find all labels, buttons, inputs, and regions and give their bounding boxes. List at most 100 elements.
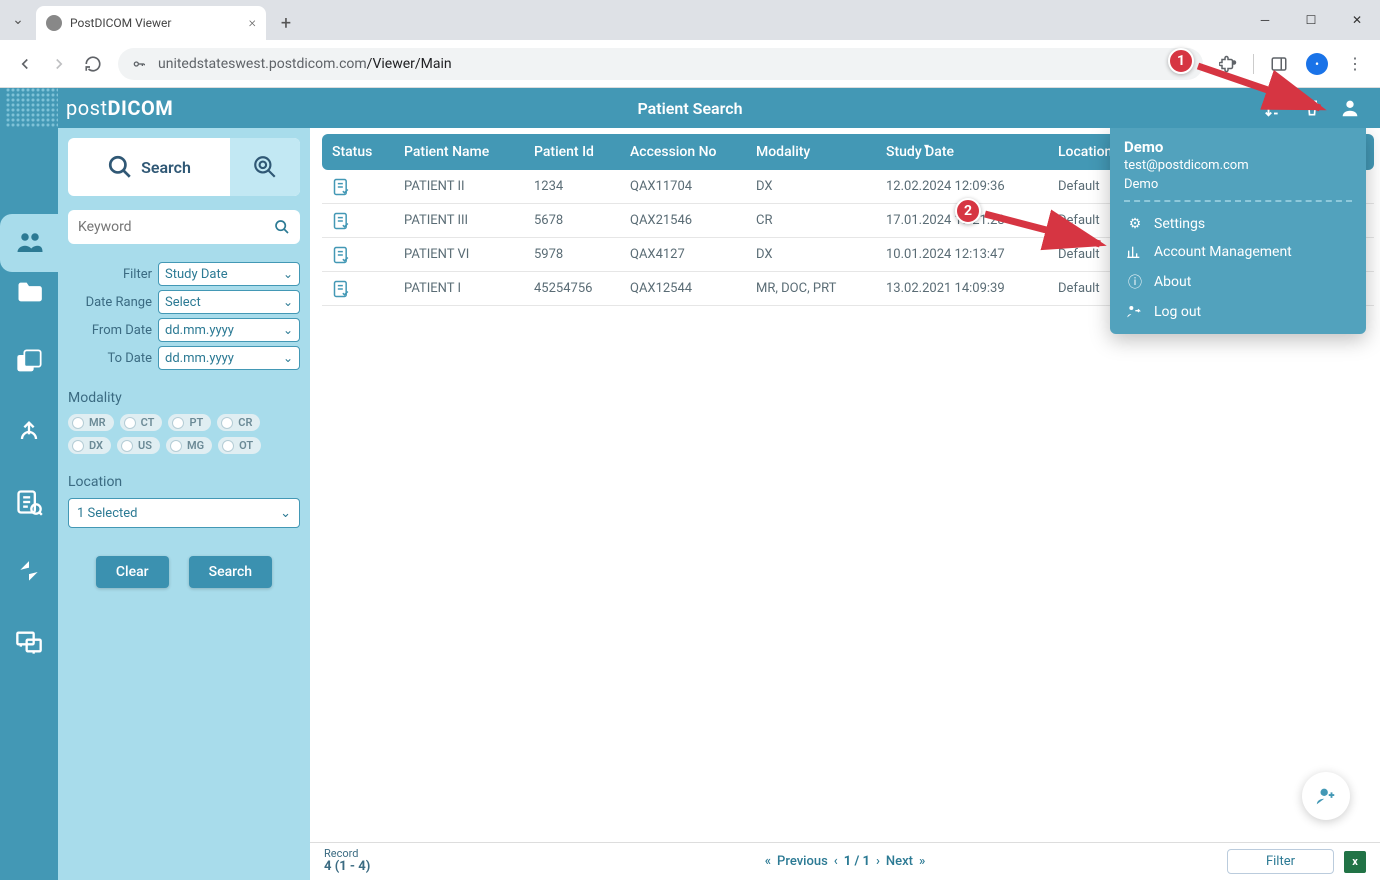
status-icon [322, 279, 394, 299]
col-status[interactable]: Status [322, 144, 394, 160]
results-area: Status Patient Name Patient Id Accession… [310, 128, 1380, 880]
cell-name: PATIENT II [394, 179, 524, 194]
status-icon [322, 177, 394, 197]
add-user-fab[interactable] [1302, 772, 1350, 820]
cell-name: PATIENT VI [394, 247, 524, 262]
keyword-input-wrap[interactable] [68, 210, 300, 244]
modality-chip-dx[interactable]: DX [68, 437, 111, 454]
brand-logo-icon [6, 88, 58, 128]
cell-accession: QAX4127 [620, 247, 746, 262]
tab-search[interactable]: Search [68, 138, 230, 196]
results-footer: Record 4 (1 - 4) « Previous ‹ 1 / 1 › Ne… [310, 842, 1380, 880]
col-patient-id[interactable]: Patient Id [524, 144, 620, 160]
cell-name: PATIENT III [394, 213, 524, 228]
modality-chip-pt[interactable]: PT [168, 414, 211, 431]
tab-list-dropdown[interactable]: ⌄ [0, 0, 36, 40]
todate-input[interactable]: dd.mm.yyyy⌄ [158, 346, 300, 370]
cell-modality: DX [746, 179, 876, 194]
extensions-icon[interactable] [1211, 47, 1245, 81]
browser-menu-icon[interactable]: ⋮ [1338, 47, 1372, 81]
fromdate-input[interactable]: dd.mm.yyyy⌄ [158, 318, 300, 342]
daterange-select[interactable]: Select⌄ [158, 290, 300, 314]
gear-icon: ⚙ [1126, 216, 1144, 232]
col-study-date[interactable]: Study Date [876, 144, 1048, 160]
search-button[interactable]: Search [189, 556, 272, 588]
cell-accession: QAX11704 [620, 179, 746, 194]
user-icon[interactable] [1338, 96, 1362, 120]
search-panel: Search Filter Study Date⌄ Date Range Sel… [58, 128, 310, 880]
filter-select[interactable]: Study Date⌄ [158, 262, 300, 286]
logout-icon [1126, 304, 1144, 320]
menu-settings[interactable]: ⚙Settings [1124, 210, 1352, 238]
export-excel-icon[interactable]: x [1344, 851, 1366, 873]
cell-id: 5678 [524, 213, 620, 228]
cell-accession: QAX21546 [620, 213, 746, 228]
chevron-down-icon: ⌄ [283, 323, 293, 337]
new-tab-button[interactable]: + [272, 9, 300, 37]
window-minimize-icon[interactable]: ─ [1242, 0, 1288, 40]
nav-sync-icon[interactable] [11, 554, 47, 590]
tab-advanced-search[interactable] [230, 138, 300, 196]
modality-chip-mr[interactable]: MR [68, 414, 114, 431]
window-maximize-icon[interactable]: ☐ [1288, 0, 1334, 40]
chevron-down-icon: ⌄ [283, 351, 293, 365]
nav-patients-icon[interactable] [12, 224, 48, 260]
modality-chip-us[interactable]: US [117, 437, 160, 454]
user-menu-name: Demo [1124, 138, 1352, 156]
col-accession[interactable]: Accession No [620, 144, 746, 160]
chart-icon [1126, 244, 1144, 260]
window-close-icon[interactable]: ✕ [1334, 0, 1380, 40]
browser-tab[interactable]: PostDICOM Viewer × [36, 6, 266, 40]
next-icon[interactable]: › [876, 854, 880, 869]
browser-tabstrip: ⌄ PostDICOM Viewer × + ─ ☐ ✕ [0, 0, 1380, 40]
reload-button[interactable] [76, 47, 110, 81]
cell-name: PATIENT I [394, 281, 524, 296]
prev-icon[interactable]: ‹ [834, 854, 838, 869]
menu-account[interactable]: Account Management [1124, 238, 1352, 266]
tab-close-icon[interactable]: × [249, 15, 256, 31]
tab-title: PostDICOM Viewer [70, 16, 249, 30]
cell-id: 5978 [524, 247, 620, 262]
fromdate-label: From Date [68, 323, 152, 338]
nav-studies-icon[interactable] [11, 344, 47, 380]
browser-toolbar: unitedstateswest.postdicom.com/Viewer/Ma… [0, 40, 1380, 88]
pager: « Previous ‹ 1 / 1 › Next » [765, 854, 926, 869]
info-icon: ⓘ [1126, 272, 1144, 292]
nav-folder-icon[interactable] [11, 274, 47, 310]
nav-devices-icon[interactable] [11, 624, 47, 660]
col-patient-name[interactable]: Patient Name [394, 144, 524, 160]
modality-chip-cr[interactable]: CR [217, 414, 260, 431]
profile-icon[interactable]: • [1300, 47, 1334, 81]
first-page-icon[interactable]: « [765, 854, 771, 869]
menu-about[interactable]: ⓘAbout [1124, 266, 1352, 298]
keyword-input[interactable] [78, 219, 274, 235]
location-select[interactable]: 1 Selected⌄ [68, 498, 300, 528]
footer-filter-button[interactable]: Filter [1227, 849, 1334, 874]
address-bar[interactable]: unitedstateswest.postdicom.com/Viewer/Ma… [118, 48, 1203, 80]
modality-chip-ot[interactable]: OT [218, 437, 261, 454]
col-modality[interactable]: Modality [746, 144, 876, 160]
chevron-down-icon: ⌄ [283, 267, 293, 281]
prev-button[interactable]: Previous [777, 854, 828, 869]
modality-chip-ct[interactable]: CT [120, 414, 163, 431]
back-button[interactable] [8, 47, 42, 81]
cell-date: 13.02.2021 14:09:39 [876, 281, 1048, 296]
forward-button[interactable] [42, 47, 76, 81]
trash-icon[interactable] [1300, 96, 1324, 120]
cell-date: 10.01.2024 12:13:47 [876, 247, 1048, 262]
sidepanel-icon[interactable] [1262, 47, 1296, 81]
nav-worklist-icon[interactable] [11, 484, 47, 520]
site-info-icon[interactable] [130, 55, 148, 73]
clear-button[interactable]: Clear [96, 556, 169, 588]
menu-logout[interactable]: Log out [1124, 298, 1352, 326]
sort-icon[interactable] [1262, 96, 1286, 120]
next-button[interactable]: Next [886, 854, 913, 869]
last-page-icon[interactable]: » [919, 854, 925, 869]
nav-upload-icon[interactable] [11, 414, 47, 450]
todate-label: To Date [68, 351, 152, 366]
modality-section-label: Modality [68, 390, 300, 406]
modality-chip-mg[interactable]: MG [166, 437, 212, 454]
keyword-search-icon[interactable] [274, 219, 290, 235]
cell-id: 1234 [524, 179, 620, 194]
cell-modality: DX [746, 247, 876, 262]
